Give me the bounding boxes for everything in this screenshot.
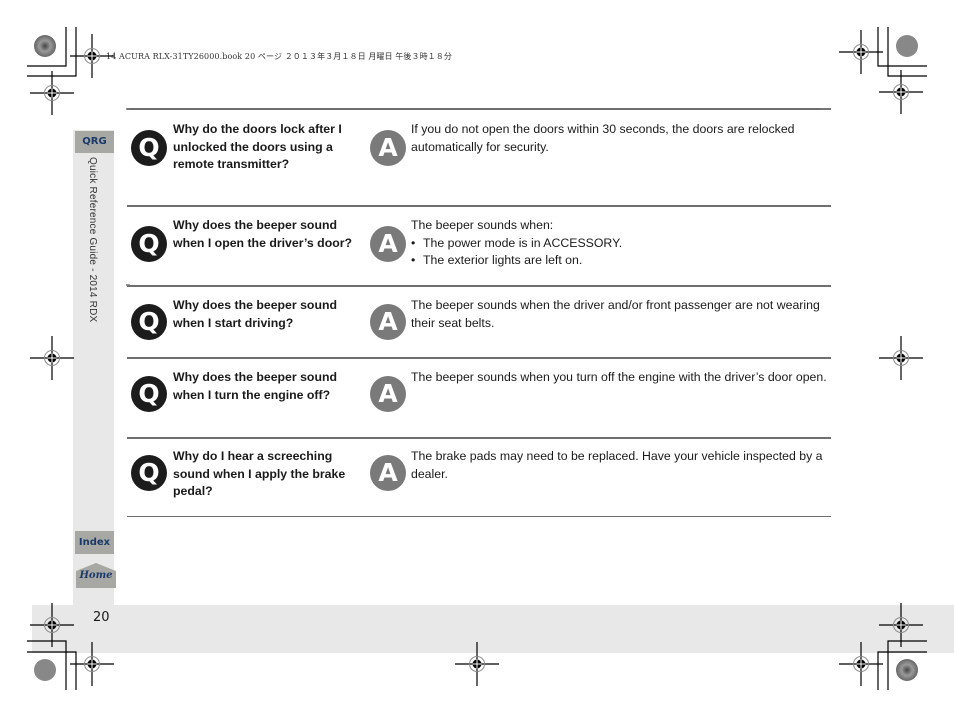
color-target-icon bbox=[34, 659, 56, 681]
registration-mark-icon bbox=[878, 335, 924, 381]
color-target-icon bbox=[34, 35, 56, 57]
registration-mark-icon bbox=[454, 641, 500, 687]
printer-marks bbox=[27, 27, 927, 690]
registration-mark-icon bbox=[29, 70, 75, 116]
registration-mark-icon bbox=[838, 29, 884, 75]
registration-mark-icon bbox=[838, 641, 884, 687]
color-target-icon bbox=[896, 659, 918, 681]
color-target-icon bbox=[896, 35, 918, 57]
registration-mark-icon bbox=[29, 335, 75, 381]
